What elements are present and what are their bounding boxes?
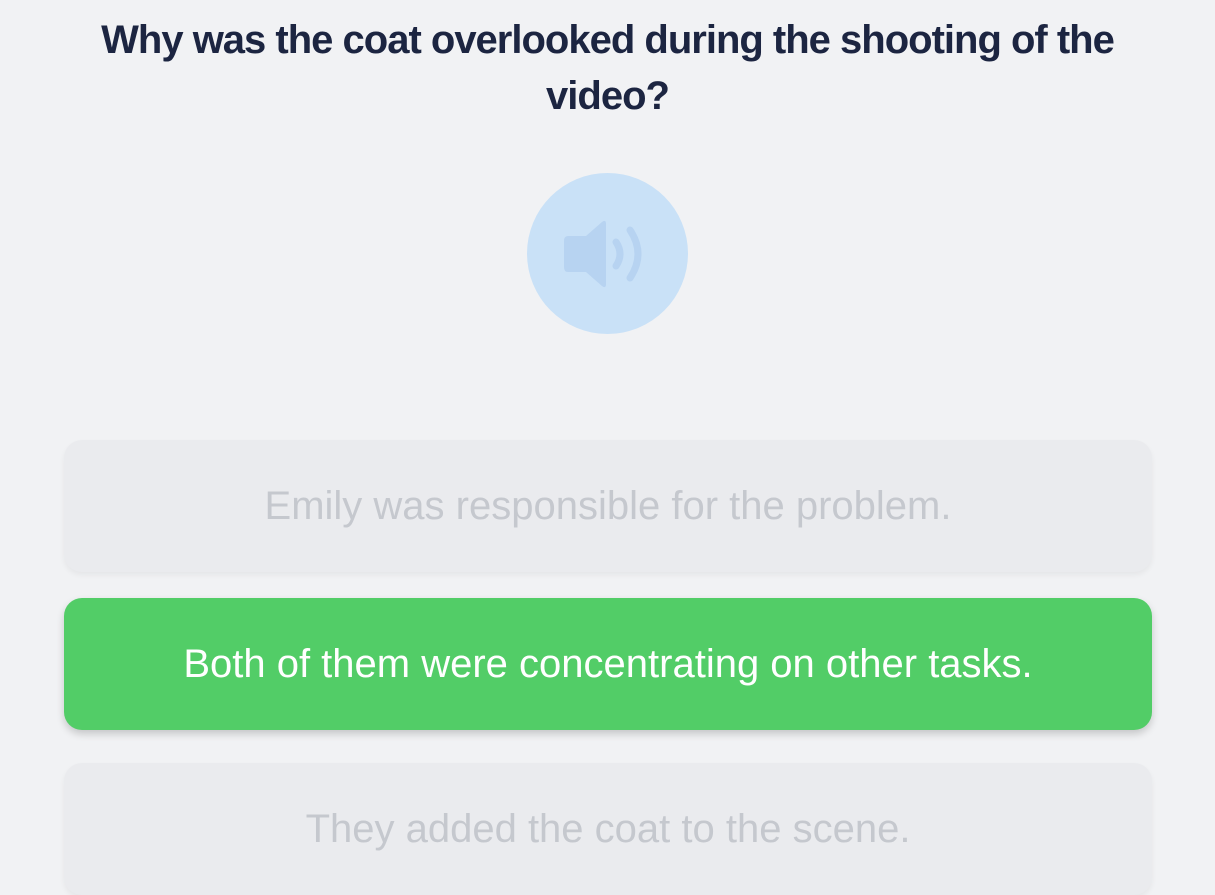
answer-option-1[interactable]: Emily was responsible for the problem. xyxy=(64,440,1152,572)
answer-option-2[interactable]: Both of them were concentrating on other… xyxy=(64,598,1152,730)
answer-option-3[interactable]: They added the coat to the scene. xyxy=(64,763,1152,895)
speaker-icon xyxy=(563,220,641,287)
answer-option-label: Both of them were concentrating on other… xyxy=(183,641,1033,686)
play-audio-button[interactable] xyxy=(527,173,688,334)
answer-option-label: Emily was responsible for the problem. xyxy=(264,483,952,528)
answer-option-label: They added the coat to the scene. xyxy=(305,806,911,851)
question-title: Why was the coat overlooked during the s… xyxy=(101,18,1115,118)
